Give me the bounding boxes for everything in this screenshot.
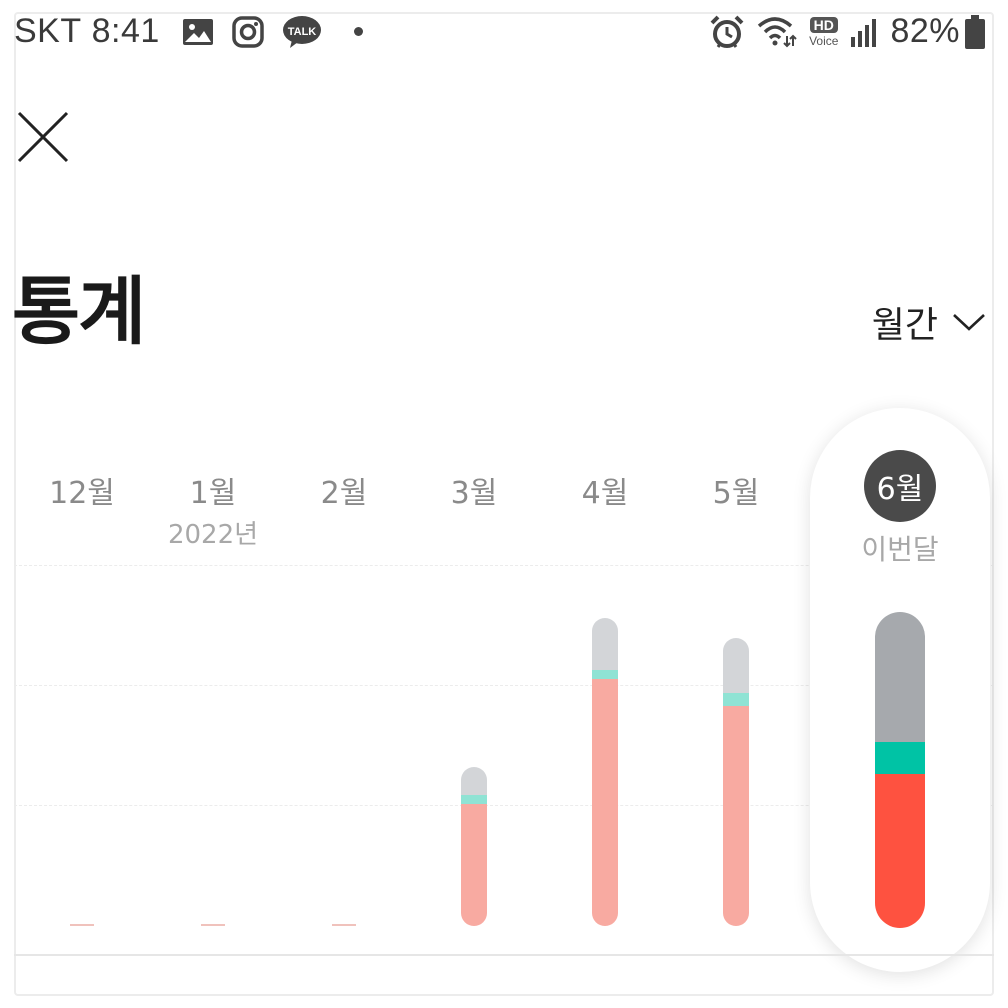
chevron-down-icon	[953, 314, 985, 331]
voice-label: Voice	[809, 33, 839, 48]
period-label: 월간	[871, 305, 938, 346]
bar-segment-teal	[592, 669, 618, 680]
current-month-bar	[875, 612, 925, 928]
close-button[interactable]	[16, 110, 70, 164]
month-label-may[interactable]: 5월	[681, 468, 791, 512]
bar-segment-gray	[875, 612, 925, 742]
bar-segment-gray	[461, 766, 487, 796]
current-month-badge: 6월	[864, 450, 936, 522]
bar-segment-red	[461, 803, 487, 926]
bar-segment-red	[723, 705, 749, 926]
bar-feb	[332, 924, 356, 926]
bar-may	[723, 638, 749, 926]
notification-dot	[353, 27, 363, 36]
clock: 8:41	[91, 12, 160, 50]
month-label-dec[interactable]: 12월	[27, 468, 137, 512]
divider	[14, 954, 994, 956]
hd-label: HD	[809, 16, 838, 33]
battery-icon	[964, 14, 986, 49]
month-label-apr[interactable]: 4월	[550, 468, 660, 512]
volte-indicator: HD Voice	[809, 16, 839, 48]
status-bar: SKT 8:41 TALK HD Voice 82%	[0, 0, 1008, 68]
battery-percent: 82%	[890, 12, 960, 50]
bar-segment-red	[875, 774, 925, 928]
bar-segment-red	[592, 679, 618, 926]
carrier-label: SKT	[14, 12, 82, 50]
month-label-jan[interactable]: 1월	[158, 468, 268, 512]
close-icon	[17, 111, 69, 163]
year-label: 2022년	[167, 520, 259, 550]
alarm-icon	[709, 14, 745, 50]
gallery-icon	[182, 18, 214, 46]
month-label-feb[interactable]: 2월	[289, 468, 399, 512]
page-title: 통계	[12, 269, 146, 355]
bar-segment-gray	[723, 638, 749, 694]
signal-icon	[850, 17, 878, 47]
bar-segment-teal	[723, 693, 749, 706]
period-dropdown[interactable]: 월간	[872, 296, 986, 348]
bar-segment-teal	[461, 795, 487, 804]
current-month-card[interactable]: 6월 이번달	[810, 408, 990, 972]
wifi-icon	[757, 16, 797, 48]
bar-jan	[201, 924, 225, 926]
bar-apr	[592, 617, 618, 926]
bar-dec	[70, 924, 94, 926]
bar-mar	[461, 766, 487, 926]
kakaotalk-icon: TALK	[282, 15, 322, 49]
bar-segment-gray	[592, 617, 618, 670]
current-month-sublabel: 이번달	[861, 533, 939, 566]
instagram-icon	[232, 15, 264, 48]
bar-segment-teal	[875, 742, 925, 774]
kakaotalk-label: TALK	[288, 26, 317, 38]
month-label-mar[interactable]: 3월	[419, 468, 529, 512]
